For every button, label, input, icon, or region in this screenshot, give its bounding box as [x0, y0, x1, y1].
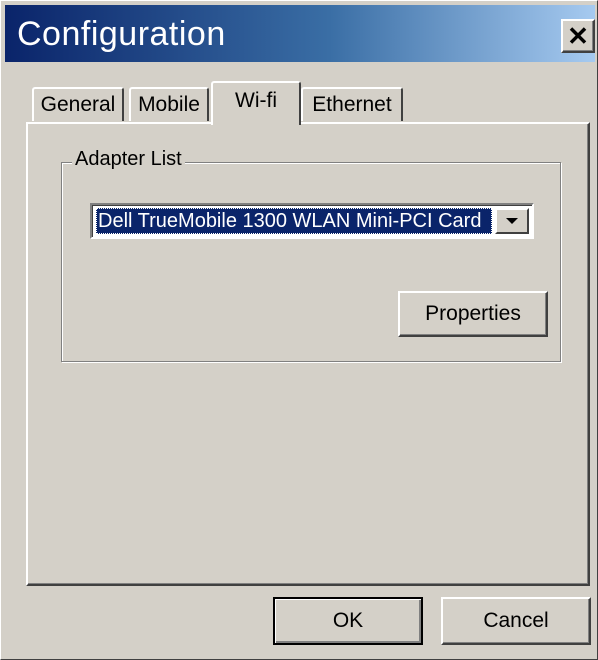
tab-mobile-label: Mobile — [138, 93, 200, 116]
properties-button-label: Properties — [425, 302, 521, 325]
adapter-dropdown-button[interactable] — [495, 208, 529, 234]
ok-button-label: OK — [332, 609, 364, 632]
title-bar[interactable]: Configuration ✕ — [5, 5, 595, 62]
tab-mobile[interactable]: Mobile — [129, 87, 209, 121]
configuration-dialog: Configuration ✕ General Mobile Wi-fi Eth… — [0, 0, 598, 660]
tab-ethernet-label: Ethernet — [312, 93, 392, 116]
adapter-select-value: Dell TrueMobile 1300 WLAN Mini-PCI Card — [96, 208, 492, 234]
tab-general-label: General — [40, 93, 116, 116]
close-icon: ✕ — [567, 21, 589, 51]
tab-wifi-label: Wi-fi — [235, 89, 277, 112]
close-button[interactable]: ✕ — [561, 19, 595, 53]
properties-button[interactable]: Properties — [398, 291, 548, 337]
adapter-list-label: Adapter List — [72, 148, 185, 171]
window-title: Configuration — [17, 15, 226, 53]
tab-ethernet[interactable]: Ethernet — [301, 87, 403, 121]
chevron-down-icon — [506, 218, 518, 224]
tab-general[interactable]: General — [32, 87, 124, 121]
cancel-button-label: Cancel — [483, 609, 549, 632]
adapter-list-group: Adapter List Dell TrueMobile 1300 WLAN M… — [61, 148, 561, 362]
cancel-button[interactable]: Cancel — [441, 597, 591, 645]
tab-wifi[interactable]: Wi-fi — [211, 81, 301, 125]
adapter-select[interactable]: Dell TrueMobile 1300 WLAN Mini-PCI Card — [90, 203, 534, 239]
ok-button[interactable]: OK — [273, 597, 423, 645]
wifi-tab-panel: Adapter List Dell TrueMobile 1300 WLAN M… — [26, 122, 590, 586]
